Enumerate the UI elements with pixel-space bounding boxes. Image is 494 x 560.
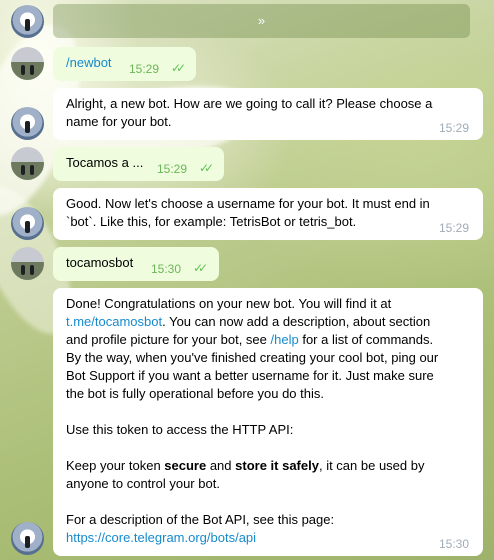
message-bubble-incoming[interactable]: Alright, a new bot. How are we going to … [53, 88, 483, 140]
message-text: Tocamos a ... [66, 155, 144, 170]
message-text-line: and profile picture for your bot, see /h… [66, 332, 434, 347]
message-time: 15:30 [439, 537, 470, 551]
read-checkmarks-icon: ✓✓ [171, 61, 186, 75]
read-checkmarks-icon: ✓✓ [193, 261, 208, 275]
message-bubble-outgoing[interactable]: Tocamos a ... 15:29 ✓✓ [53, 147, 224, 181]
message-bubble-outgoing[interactable]: tocamosbot 15:30 ✓✓ [53, 247, 219, 281]
read-checkmarks-icon: ✓✓ [199, 161, 214, 175]
message-text-line: Use this token to access the HTTP API: [66, 422, 294, 437]
message-text-line: Done! Congratulations on your new bot. Y… [66, 296, 392, 311]
message-text-line: By the way, when you've finished creatin… [66, 350, 439, 365]
message-time: 15:29 [439, 221, 470, 235]
bot-avatar[interactable] [11, 522, 44, 555]
message-bubble-incoming[interactable]: Good. Now let's choose a username for yo… [53, 188, 483, 240]
bot-api-link[interactable]: https://core.telegram.org/bots/api [66, 530, 256, 545]
bot-avatar[interactable] [11, 5, 44, 38]
message-time: 15:29 [129, 62, 160, 76]
user-avatar[interactable] [11, 147, 44, 180]
message-text-line: Good. Now let's choose a username for yo… [66, 196, 430, 211]
message-bubble-incoming[interactable]: Done! Congratulations on your new bot. Y… [53, 288, 483, 556]
message-text-line: Alright, a new bot. How are we going to … [66, 96, 433, 111]
user-avatar[interactable] [11, 47, 44, 80]
message-text-line: anyone to control your bot. [66, 476, 220, 491]
message-bubble-outgoing[interactable]: /newbot 15:29 ✓✓ [53, 47, 196, 81]
bot-link[interactable]: t.me/tocamosbot [66, 314, 162, 329]
message-time: 15:29 [157, 162, 188, 176]
message-time: 15:29 [439, 121, 470, 135]
help-command-link[interactable]: /help [271, 332, 299, 347]
message-text-line: For a description of the Bot API, see th… [66, 512, 335, 527]
inline-keyboard-button[interactable]: » [53, 4, 470, 38]
message-text: tocamosbot [66, 255, 134, 270]
message-time: 15:30 [151, 262, 182, 276]
chat-history[interactable]: » /newbot 15:29 ✓✓ Alright, a new bot. H… [0, 0, 494, 560]
message-text-line: https://core.telegram.org/bots/api [66, 529, 256, 547]
user-avatar[interactable] [11, 247, 44, 280]
message-text-line: `bot`. Like this, for example: TetrisBot… [66, 214, 357, 229]
message-text[interactable]: /newbot [66, 54, 112, 72]
message-text-line: Bot Support if you want a better usernam… [66, 368, 434, 383]
message-text-line: Keep your token secure and store it safe… [66, 458, 425, 473]
message-text-line: t.me/tocamosbot. You can now add a descr… [66, 314, 431, 329]
message-text-line: name for your bot. [66, 114, 172, 129]
bot-avatar[interactable] [11, 107, 44, 140]
message-text-line: the bot is fully operational before you … [66, 386, 324, 401]
bot-avatar[interactable] [11, 207, 44, 240]
